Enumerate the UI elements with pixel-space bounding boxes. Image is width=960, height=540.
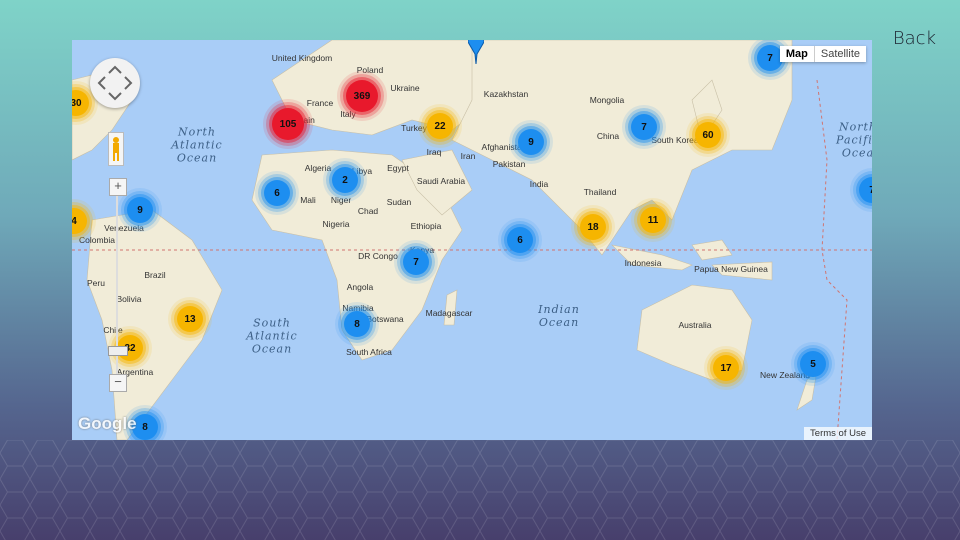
place-label: France	[306, 98, 334, 108]
marker-cluster[interactable]: 7	[403, 249, 429, 275]
zoom-slider-handle[interactable]	[108, 346, 128, 356]
place-label: South Africa	[346, 347, 392, 357]
marker-cluster[interactable]: 2	[332, 167, 358, 193]
marker-cluster[interactable]: 6	[264, 180, 290, 206]
terms-of-use-link[interactable]: Terms of Use	[804, 427, 872, 440]
marker-cluster[interactable]: 18	[580, 214, 606, 240]
place-label: Italy	[340, 109, 356, 119]
pan-control[interactable]	[90, 58, 140, 108]
place-label: DR Congo	[358, 251, 398, 261]
marker-cluster[interactable]: 369	[346, 80, 378, 112]
google-logo[interactable]: Google	[78, 414, 137, 434]
place-label: Madagascar	[425, 308, 473, 318]
place-label: Angola	[346, 282, 374, 292]
place-label: Niger	[330, 195, 352, 205]
pan-arrows-icon	[97, 65, 133, 101]
place-label: Indonesia	[624, 258, 662, 268]
world-map[interactable]: North Atlantic Ocean South Atlantic Ocean In…	[72, 40, 872, 440]
place-label: Peru	[87, 278, 105, 288]
hexagon-pattern	[0, 440, 960, 540]
ocean-label-north-pacific: NorthPacificOcea	[836, 120, 872, 160]
marker-cluster[interactable]: 105	[272, 108, 304, 140]
zoom-in-button[interactable]: +	[109, 178, 127, 196]
place-label: Chile	[103, 325, 123, 335]
place-label: Nigeria	[322, 219, 350, 229]
ocean-label-indian: Indian Ocean	[538, 303, 580, 329]
place-label: Sudan	[386, 197, 412, 207]
marker-cluster[interactable]: 13	[177, 306, 203, 332]
marker-cluster[interactable]: 11	[640, 207, 666, 233]
marker-cluster[interactable]: 9	[127, 197, 153, 223]
marker-cluster[interactable]: 6	[507, 227, 533, 253]
place-label: Australia	[678, 320, 712, 330]
place-label: Brazil	[144, 270, 166, 280]
place-label: Chad	[357, 206, 379, 216]
ocean-label-south-atlantic: South Atlantic Ocean	[246, 316, 298, 356]
place-label: Papua New Guinea	[694, 264, 768, 274]
place-label: Iran	[460, 151, 476, 161]
place-label: Ethiopia	[410, 221, 442, 231]
back-button[interactable]: Back	[893, 28, 936, 49]
place-label: Kazakhstan	[483, 89, 529, 99]
map-type-map-button[interactable]: Map	[780, 46, 814, 62]
place-label: Egypt	[387, 163, 409, 173]
map-pin-icon[interactable]	[468, 40, 484, 64]
place-label: Botswana	[366, 314, 404, 324]
place-label: Bolivia	[116, 294, 142, 304]
place-label: Mali	[300, 195, 316, 205]
map-type-control: Map Satellite	[779, 46, 866, 62]
marker-cluster[interactable]: 7	[631, 114, 657, 140]
street-view-pegman-icon[interactable]	[108, 132, 124, 166]
place-label: Ukraine	[390, 83, 420, 93]
place-label: Turkey	[401, 123, 427, 133]
marker-cluster[interactable]: 22	[427, 113, 453, 139]
zoom-out-button[interactable]: −	[109, 374, 127, 392]
place-label: China	[596, 131, 620, 141]
marker-cluster[interactable]: 8	[344, 311, 370, 337]
marker-cluster[interactable]: 9	[518, 129, 544, 155]
place-label: Saudi Arabia	[416, 176, 466, 186]
marker-cluster[interactable]: 5	[800, 351, 826, 377]
place-label: Pakistan	[492, 159, 526, 169]
place-label: Colombia	[79, 235, 115, 245]
map-type-satellite-button[interactable]: Satellite	[813, 46, 866, 62]
place-label: Iraq	[426, 147, 442, 157]
place-label: Thailand	[583, 187, 617, 197]
marker-cluster[interactable]: 17	[713, 355, 739, 381]
place-label: India	[529, 179, 549, 189]
place-label: United Kingdom	[271, 53, 333, 63]
place-label: Algeria	[304, 163, 332, 173]
marker-cluster[interactable]: 60	[695, 122, 721, 148]
place-label: Poland	[356, 65, 384, 75]
ocean-label-north-atlantic: North Atlantic Ocean	[171, 125, 223, 165]
place-label: South Korea	[651, 135, 699, 145]
place-label: Mongolia	[589, 95, 625, 105]
place-label: Venezuela	[104, 223, 144, 233]
map-basemap	[72, 40, 872, 440]
